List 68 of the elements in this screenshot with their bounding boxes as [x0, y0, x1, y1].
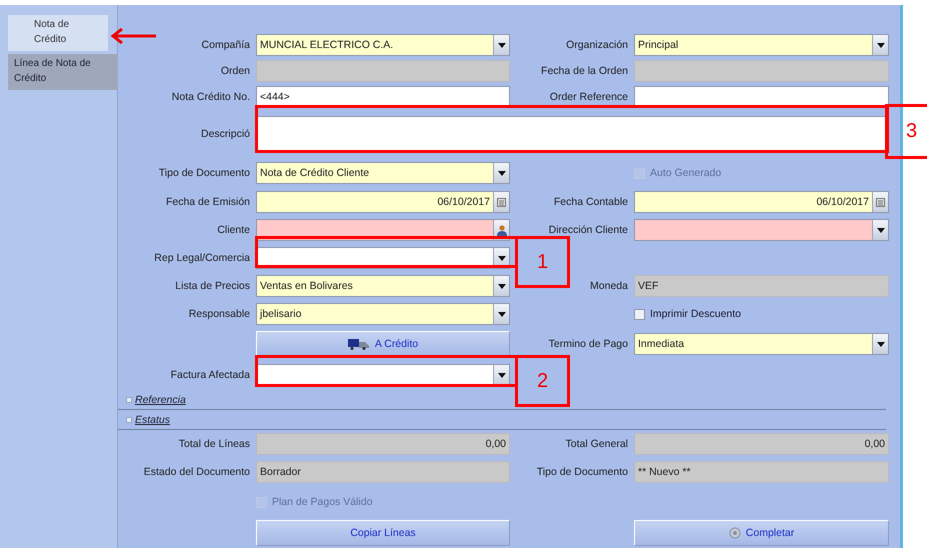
checkbox-label: Plan de Pagos Válido [272, 496, 372, 508]
section-header[interactable]: Referencia [135, 394, 186, 406]
dropdown-field[interactable]: MUNCIAL ELECTRICO C.A. [256, 34, 510, 56]
dropdown-arrow-icon [498, 312, 506, 316]
field-label: Orden [220, 65, 250, 77]
date-field[interactable]: 06/10/2017 [256, 191, 510, 213]
dropdown-arrow-icon [498, 42, 506, 48]
field-label: Total General [566, 438, 628, 450]
field-label: Compañía [202, 39, 250, 51]
dropdown-field[interactable]: Nota de Crédito Cliente [256, 162, 510, 184]
field-label: Termino de Pago [548, 338, 628, 350]
dropdown-arrow-icon [876, 228, 884, 232]
input-field: 0,00 [634, 433, 889, 455]
process-button[interactable]: A Crédito [256, 331, 510, 357]
arrow-annotation [110, 28, 158, 44]
calendar-icon [876, 198, 885, 206]
field-label: Nota Crédito No. [172, 91, 250, 103]
number-label: 3 [885, 104, 927, 159]
field-label: Fecha Contable [554, 196, 628, 208]
dropdown-arrow-icon [498, 170, 506, 176]
complete-button[interactable]: Completar [634, 520, 889, 546]
truck-icon [348, 338, 370, 350]
checkbox-label: Auto Generado [650, 167, 722, 179]
input-field: ** Nuevo ** [634, 461, 889, 483]
field-label: Responsable [188, 308, 250, 320]
dropdown-arrow-icon [498, 372, 506, 378]
number-label: 1 [515, 236, 570, 288]
field-label: Organización [566, 39, 628, 51]
field-label: Moneda [590, 280, 628, 292]
dropdown-field[interactable] [256, 364, 510, 386]
field-label: Fecha de Emisión [166, 196, 250, 208]
dropdown-arrow-icon [876, 342, 884, 346]
input-field: 0,00 [256, 433, 510, 455]
number-label: 2 [515, 355, 570, 407]
copy-button[interactable]: Copiar Líneas [256, 520, 510, 546]
dropdown-arrow-icon [498, 284, 506, 288]
field-label: Tipo de Documento [158, 167, 250, 179]
field-label: Descripció [200, 128, 250, 140]
dropdown-field[interactable]: Ventas en Bolivares [256, 275, 510, 297]
field-label: Dirección Cliente [548, 224, 628, 236]
gear-icon [728, 527, 741, 539]
checkbox[interactable] [634, 308, 645, 320]
dropdown-field[interactable] [634, 219, 889, 241]
checkbox-label: Imprimir Descuento [650, 308, 742, 320]
tab[interactable]: Nota de Crédito [8, 15, 108, 51]
collapse-icon [126, 416, 132, 422]
field-label: Order Reference [550, 91, 628, 103]
input-field: VEF [634, 275, 889, 297]
field-label: Tipo de Documento [536, 466, 628, 478]
section-header[interactable]: Estatus [135, 414, 170, 426]
dropdown-field[interactable]: Principal [634, 34, 889, 56]
dropdown-arrow-icon [498, 256, 506, 260]
field-label: Factura Afectada [170, 369, 250, 381]
collapse-icon [126, 396, 132, 402]
date-field[interactable]: 06/10/2017 [634, 191, 889, 213]
field-label: Total de Líneas [178, 438, 250, 450]
field-label: Lista de Precios [175, 280, 250, 292]
dropdown-field[interactable]: Inmediata [634, 333, 889, 355]
person-icon [496, 224, 506, 236]
dropdown-field[interactable]: jbelisario [256, 303, 510, 325]
tab[interactable]: Línea de Nota de Crédito [8, 54, 118, 90]
calendar-icon [497, 198, 506, 206]
dropdown-arrow-icon [876, 42, 884, 48]
input-field: Borrador [256, 461, 510, 483]
field-label: Fecha de la Orden [541, 65, 628, 77]
field-label: Estado del Documento [144, 466, 250, 478]
field-label: Rep Legal/Comercia [154, 252, 250, 264]
field-label: Cliente [217, 224, 250, 236]
